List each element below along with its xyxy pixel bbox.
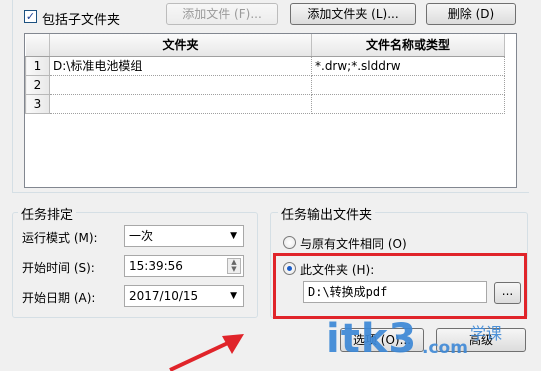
include-subfolders-checkbox[interactable]: ✓: [24, 10, 37, 23]
column-header-folder[interactable]: 文件夹: [49, 34, 312, 57]
include-subfolders-label: 包括子文件夹: [42, 13, 121, 28]
run-mode-select[interactable]: 一次 ▼: [124, 225, 244, 247]
chevron-down-icon: ▼: [230, 231, 237, 241]
this-folder-label[interactable]: 此文件夹 (H):: [300, 261, 374, 278]
browse-button[interactable]: ...: [494, 282, 521, 304]
file-types-cell[interactable]: *.drw;*.slddrw: [311, 56, 505, 76]
table-row[interactable]: 3: [25, 93, 505, 114]
start-date-label: 开始日期 (A):: [22, 291, 96, 305]
folder-cell[interactable]: D:\标准电池模组: [49, 56, 312, 76]
start-time-input[interactable]: 15:39:56 ▲ ▼: [124, 255, 244, 277]
folder-cell[interactable]: [49, 94, 312, 114]
grid-corner: [25, 34, 50, 57]
table-row[interactable]: 2: [25, 74, 505, 95]
delete-button[interactable]: 删除 (D): [426, 3, 516, 25]
file-list-grid[interactable]: 文件夹 文件名称或类型 1 D:\标准电池模组 *.drw;*.slddrw 2…: [24, 33, 517, 188]
divider: [12, 0, 13, 192]
row-number: 2: [25, 74, 50, 95]
output-group-title: 任务输出文件夹: [278, 204, 376, 223]
annotation-arrow: [169, 334, 244, 371]
start-date-value: 2017/10/15: [129, 289, 199, 303]
file-types-cell[interactable]: [311, 75, 505, 95]
schedule-group-title: 任务排定: [18, 204, 77, 223]
watermark-logo: itk3 .com 学课: [322, 316, 532, 371]
start-date-picker[interactable]: 2017/10/15 ▼: [124, 285, 244, 307]
run-mode-value: 一次: [129, 229, 154, 243]
folder-cell[interactable]: [49, 75, 312, 95]
row-number: 1: [25, 55, 50, 76]
start-time-value: 15:39:56: [129, 259, 183, 273]
add-file-button[interactable]: 添加文件 (F)...: [166, 3, 278, 25]
run-mode-label: 运行模式 (M):: [22, 231, 98, 245]
watermark-suffix: .com: [422, 338, 468, 358]
this-folder-radio[interactable]: [283, 262, 296, 275]
row-number: 3: [25, 93, 50, 114]
same-as-source-label[interactable]: 与原有文件相同 (O): [300, 235, 407, 252]
output-folder-input[interactable]: D:\转换成pdf: [303, 281, 487, 303]
table-row[interactable]: 1 D:\标准电池模组 *.drw;*.slddrw: [25, 55, 505, 76]
start-time-label: 开始时间 (S):: [22, 261, 95, 275]
chevron-down-icon: ▼: [230, 291, 237, 301]
add-folder-button[interactable]: 添加文件夹 (L)...: [290, 3, 416, 25]
same-as-source-radio[interactable]: [283, 236, 296, 249]
file-types-cell[interactable]: [311, 94, 505, 114]
watermark-tag: 学课: [470, 324, 503, 343]
divider: [12, 192, 529, 193]
time-spinner[interactable]: ▲ ▼: [227, 258, 241, 274]
watermark-text: itk3: [326, 316, 418, 362]
column-header-file-types[interactable]: 文件名称或类型: [311, 34, 505, 57]
